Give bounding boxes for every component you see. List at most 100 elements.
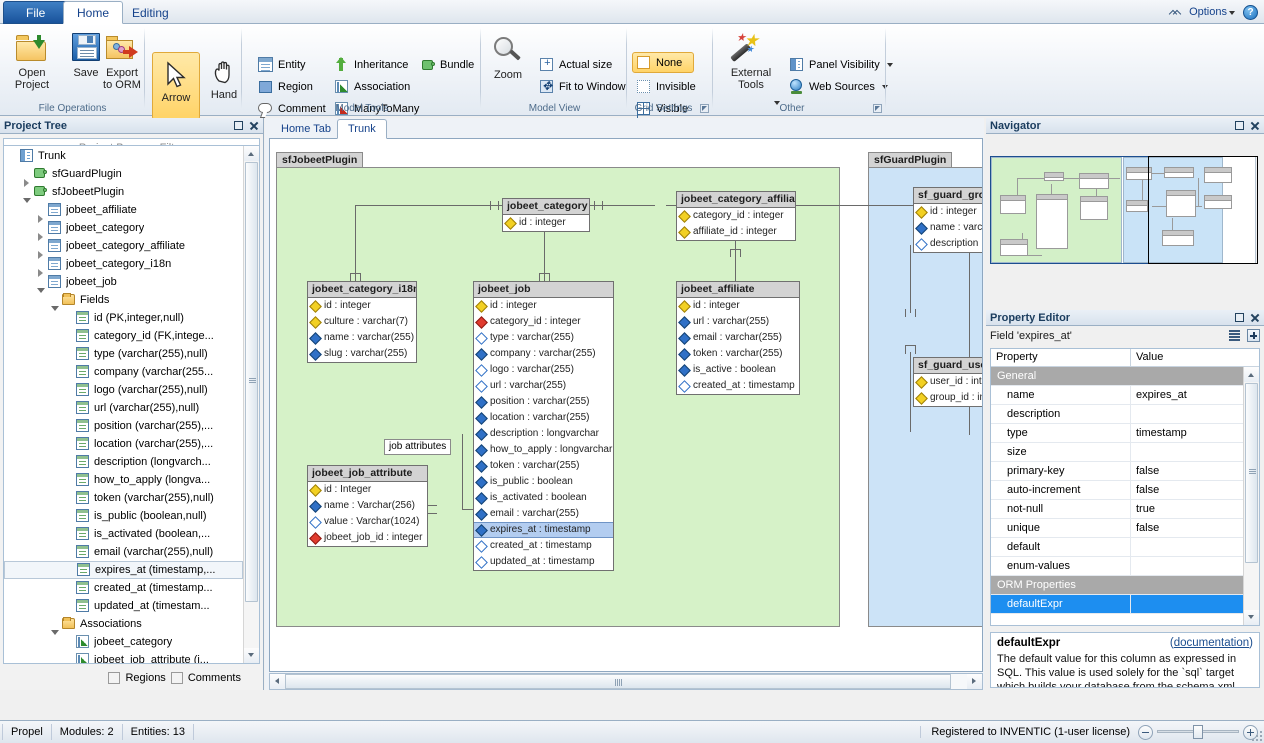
region-tool[interactable]: Region [255, 76, 316, 97]
tree-item-sfJobeetPlugin[interactable]: sfJobeetPlugin [4, 183, 243, 201]
doc-tab-trunk[interactable]: Trunk [337, 119, 387, 139]
tree-item-location[interactable]: location (varchar(255),... [4, 435, 243, 453]
entity-field-row[interactable]: created_at : timestamp [474, 538, 613, 554]
property-row[interactable]: description [991, 405, 1243, 424]
tree-item-how_to_apply[interactable]: how_to_apply (longva... [4, 471, 243, 489]
scroll-up-icon[interactable] [1244, 367, 1259, 382]
panel-visibility-button[interactable]: Panel Visibility [786, 54, 896, 75]
property-value-cell[interactable] [1131, 405, 1243, 423]
tree-item-logo[interactable]: logo (varchar(255),null) [4, 381, 243, 399]
canvas-horizontal-scrollbar[interactable] [269, 673, 983, 690]
open-project-button[interactable]: Open Project [4, 30, 60, 91]
scroll-thumb[interactable] [245, 162, 258, 602]
entity-field-row[interactable]: position : varchar(255) [474, 394, 613, 410]
entity-field-row[interactable]: logo : varchar(255) [474, 362, 613, 378]
entity-jobeet_affiliate[interactable]: jobeet_affiliateid : integerurl : varcha… [676, 281, 800, 395]
entity-field-row[interactable]: user_id : inte [914, 374, 983, 390]
entity-field-row[interactable]: token : varchar(255) [474, 458, 613, 474]
minimize-ribbon-icon[interactable] [1169, 7, 1181, 17]
tree-item-company[interactable]: company (varchar(255... [4, 363, 243, 381]
grid-settings-dialog-launcher[interactable] [700, 104, 709, 113]
navigator-dock-button[interactable] [1234, 120, 1246, 132]
entity-field-row[interactable]: email : varchar(255) [677, 330, 799, 346]
sort-lines-icon[interactable] [1227, 328, 1242, 343]
tree-item-jobeet_job_attribute[interactable]: jobeet_job_attribute (j... [4, 651, 243, 663]
doc-tab-home[interactable]: Home Tab [271, 121, 341, 138]
scroll-up-icon[interactable] [244, 146, 259, 161]
scroll-track[interactable] [285, 674, 967, 689]
property-grid-scrollbar[interactable] [1243, 367, 1259, 625]
tree-item-url[interactable]: url (varchar(255),null) [4, 399, 243, 417]
property-value-cell[interactable]: timestamp [1131, 424, 1243, 442]
tree-item-description[interactable]: description (longvarch... [4, 453, 243, 471]
property-category-row[interactable]: General [991, 367, 1243, 386]
actual-size-button[interactable]: Actual size [536, 54, 615, 75]
tree-item-sfGuardPlugin[interactable]: sfGuardPlugin [4, 165, 243, 183]
entity-field-row[interactable]: how_to_apply : longvarchar [474, 442, 613, 458]
scroll-thumb[interactable] [1245, 383, 1258, 563]
scroll-thumb[interactable] [285, 674, 951, 689]
association-tool[interactable]: Association [331, 76, 413, 97]
other-dialog-launcher[interactable] [873, 104, 882, 113]
scroll-left-icon[interactable] [270, 674, 285, 689]
entity-field-row[interactable]: id : integer [677, 298, 799, 314]
tree-item-jobeet_category[interactable]: jobeet_category [4, 633, 243, 651]
tree-item-Fields[interactable]: Fields [4, 291, 243, 309]
tree-item-email[interactable]: email (varchar(255),null) [4, 543, 243, 561]
export-to-orm-button[interactable]: Export to ORM [94, 30, 150, 91]
property-row[interactable]: enum-values [991, 557, 1243, 576]
tree-item-is_activated[interactable]: is_activated (boolean,... [4, 525, 243, 543]
property-editor-dock-button[interactable] [1234, 312, 1246, 324]
property-row[interactable]: uniquefalse [991, 519, 1243, 538]
property-value-cell[interactable] [1131, 538, 1243, 556]
entity-field-row[interactable]: location : varchar(255) [474, 410, 613, 426]
entity-field-row[interactable]: token : varchar(255) [677, 346, 799, 362]
entity-field-row[interactable]: id : integer [503, 215, 589, 231]
property-row[interactable]: not-nulltrue [991, 500, 1243, 519]
property-value-cell[interactable]: false [1131, 481, 1243, 499]
zoom-slider[interactable] [1138, 724, 1258, 740]
project-tree-list[interactable]: TrunksfGuardPluginsfJobeetPluginjobeet_a… [4, 146, 243, 663]
tree-item-token[interactable]: token (varchar(255),null) [4, 489, 243, 507]
property-value-cell[interactable]: false [1131, 462, 1243, 480]
entity-field-row[interactable]: created_at : timestamp [677, 378, 799, 394]
property-editor-close-button[interactable] [1249, 312, 1261, 324]
navigator-body[interactable] [986, 134, 1264, 308]
property-row[interactable]: defaultExpr [991, 595, 1243, 614]
scroll-down-icon[interactable] [244, 648, 259, 663]
entity-field-row[interactable]: updated_at : timestamp [474, 554, 613, 570]
entity-field-row[interactable]: description : longvarchar [474, 426, 613, 442]
tree-item-type[interactable]: type (varchar(255),null) [4, 345, 243, 363]
property-row[interactable]: default [991, 538, 1243, 557]
entity-field-row[interactable]: id : integer [308, 298, 416, 314]
property-value-cell[interactable]: expires_at [1131, 386, 1243, 404]
tab-file[interactable]: File [3, 1, 68, 24]
property-row[interactable]: size [991, 443, 1243, 462]
options-menu[interactable]: Options [1189, 6, 1235, 18]
entity-field-row[interactable]: type : varchar(255) [474, 330, 613, 346]
entity-sf_guard_user[interactable]: sf_guard_user_user_id : integroup_id : i… [913, 357, 983, 407]
navigator-thumbnail[interactable] [990, 156, 1256, 264]
grid-invisible-button[interactable]: Invisible [633, 76, 699, 97]
entity-field-row[interactable]: value : Varchar(1024) [308, 514, 427, 530]
navigator-viewport-rect[interactable] [990, 156, 1149, 264]
property-row[interactable]: auto-incrementfalse [991, 481, 1243, 500]
entity-sf_guard_group[interactable]: sf_guard_groupid : integername : varchar… [913, 187, 983, 253]
property-row[interactable]: primary-keyfalse [991, 462, 1243, 481]
help-icon[interactable]: ? [1243, 5, 1258, 20]
tree-item-Trunk[interactable]: Trunk [4, 147, 243, 165]
entity-field-row[interactable]: id : Integer [308, 482, 427, 498]
navigator-close-button[interactable] [1249, 120, 1261, 132]
property-grid-rows[interactable]: Generalnameexpires_atdescriptiontypetime… [991, 367, 1243, 625]
inheritance-tool[interactable]: Inheritance [331, 54, 411, 75]
entity-jobeet_category[interactable]: jobeet_categoryid : integer [502, 198, 590, 232]
entity-field-row[interactable]: url : varchar(255) [474, 378, 613, 394]
entity-field-row[interactable]: affiliate_id : integer [677, 224, 795, 240]
tree-item-position[interactable]: position (varchar(255),... [4, 417, 243, 435]
tree-item-Associations[interactable]: Associations [4, 615, 243, 633]
property-category-row[interactable]: ORM Properties [991, 576, 1243, 595]
project-tree-close-button[interactable] [248, 120, 260, 132]
entity-field-row[interactable]: description : lon [914, 236, 983, 252]
entity-field-row[interactable]: name : Varchar(256) [308, 498, 427, 514]
entity-field-row[interactable]: name : varchar [914, 220, 983, 236]
